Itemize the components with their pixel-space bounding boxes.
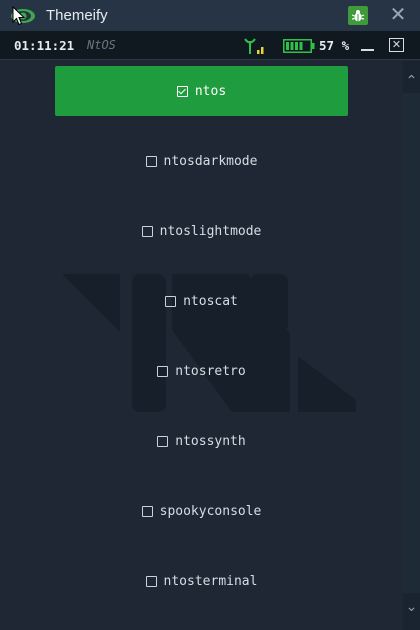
chevron-up-icon: ⌃ (405, 73, 418, 89)
clock-time: 01:11:21 (14, 38, 75, 53)
os-name: NtOS (87, 38, 116, 52)
theme-option-label: ntoslightmode (159, 223, 262, 239)
battery-icon (283, 39, 315, 53)
checkbox-unchecked-icon (157, 435, 169, 447)
battery-percentage: 57 % (319, 38, 350, 53)
signal-antenna-icon (244, 38, 264, 54)
theme-option-label: ntoscat (183, 293, 238, 309)
close-app-button[interactable]: ✕ (389, 38, 404, 52)
status-bar: 01:11:21 NtOS 57 % ✕ (0, 31, 420, 60)
scroll-down-button[interactable]: ⌄ (403, 597, 420, 617)
theme-option-ntosdarkmode[interactable]: ntosdarkmode (55, 136, 348, 186)
close-icon: ✕ (389, 4, 407, 26)
theme-option-spookyconsole[interactable]: spookyconsole (55, 486, 348, 536)
scrollbar[interactable]: ⌃ ⌄ (403, 61, 420, 630)
theme-option-ntosterminal[interactable]: ntosterminal (55, 556, 348, 606)
theme-option-ntossynth[interactable]: ntossynth (55, 416, 348, 466)
checkbox-unchecked-icon (145, 575, 157, 587)
checkbox-unchecked-icon (157, 365, 169, 377)
bug-report-button[interactable] (348, 6, 368, 25)
checkbox-unchecked-icon (141, 505, 153, 517)
title-bar: Themeify ✕ (0, 0, 420, 31)
chevron-down-icon: ⌄ (405, 599, 418, 615)
minimize-button[interactable] (360, 39, 376, 53)
theme-option-label: ntosdarkmode (163, 153, 258, 169)
theme-option-ntoscat[interactable]: ntoscat (55, 276, 348, 326)
mouse-cursor-icon (12, 6, 26, 26)
theme-option-label: ntosterminal (163, 573, 258, 589)
checkbox-checked-icon (176, 85, 188, 97)
theme-option-label: spookyconsole (159, 503, 262, 519)
bug-icon (351, 9, 365, 21)
checkbox-unchecked-icon (145, 155, 157, 167)
scroll-thumb[interactable] (403, 93, 420, 593)
checkbox-unchecked-icon (165, 295, 177, 307)
theme-option-label: ntosretro (175, 363, 246, 379)
checkbox-unchecked-icon (141, 225, 153, 237)
theme-option-ntos[interactable]: ntos (55, 66, 348, 116)
close-window-button[interactable]: ✕ (386, 3, 410, 27)
window-title: Themeify (46, 7, 108, 24)
scroll-up-button[interactable]: ⌃ (403, 71, 420, 91)
theme-option-label: ntos (194, 83, 227, 99)
theme-option-ntosretro[interactable]: ntosretro (55, 346, 348, 396)
theme-list: ntos ntosdarkmode ntoslightmode ntoscat ntos… (0, 61, 403, 630)
theme-option-ntoslightmode[interactable]: ntoslightmode (55, 206, 348, 256)
close-icon: ✕ (391, 38, 402, 51)
theme-option-label: ntossynth (175, 433, 246, 449)
